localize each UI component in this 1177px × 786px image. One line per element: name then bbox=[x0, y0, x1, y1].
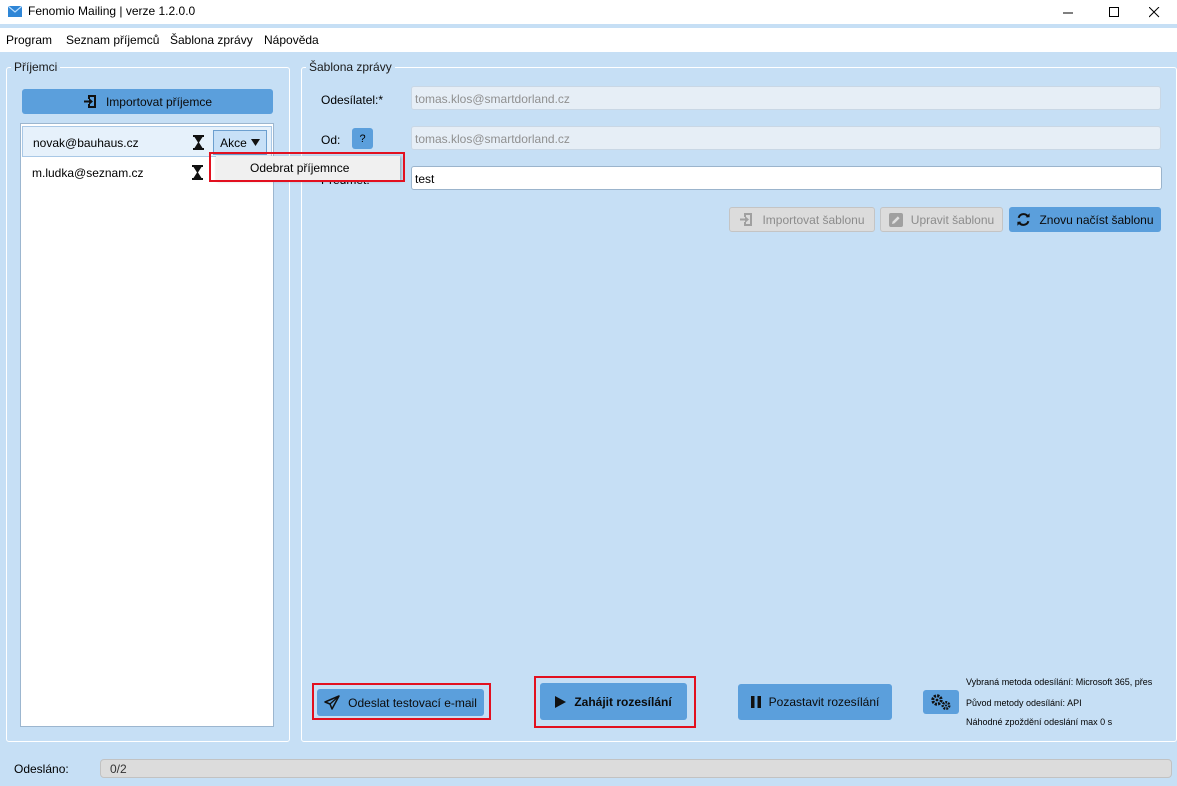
sender-field[interactable]: tomas.klos@smartdorland.cz bbox=[411, 86, 1161, 110]
method-origin-info: Původ metody odesílání: API bbox=[966, 698, 1082, 708]
menu-help[interactable]: Nápověda bbox=[264, 33, 319, 47]
help-button[interactable]: ? bbox=[352, 128, 373, 149]
recipient-list[interactable]: novak@bauhaus.cz Akce m.ludka@seznam.cz bbox=[20, 123, 274, 727]
import-template-label: Importovat šablonu bbox=[762, 212, 865, 227]
import-recipients-button[interactable]: Importovat příjemce bbox=[22, 89, 273, 114]
hourglass-icon bbox=[193, 135, 204, 150]
edit-icon bbox=[888, 212, 903, 227]
highlight-remove-recipient bbox=[209, 152, 405, 182]
import-icon bbox=[83, 95, 96, 108]
subject-field[interactable]: test bbox=[411, 166, 1162, 190]
actions-label: Akce bbox=[220, 135, 247, 150]
reload-template-button[interactable]: Znovu načíst šablonu bbox=[1009, 207, 1161, 232]
hourglass-icon bbox=[192, 165, 203, 180]
sent-label: Odesláno: bbox=[14, 762, 69, 776]
import-icon bbox=[740, 213, 753, 226]
import-recipients-label: Importovat příjemce bbox=[105, 94, 213, 109]
highlight-test-email bbox=[312, 683, 491, 720]
highlight-start-sending bbox=[534, 676, 696, 728]
sender-label: Odesílatel:* bbox=[321, 93, 384, 107]
recipients-legend: Příjemci bbox=[14, 60, 58, 74]
chevron-down-icon bbox=[250, 139, 260, 146]
menu-template[interactable]: Šablona zprávy bbox=[170, 33, 253, 47]
help-label: ? bbox=[359, 132, 366, 145]
reload-template-label: Znovu načíst šablonu bbox=[1039, 212, 1154, 227]
from-label: Od: bbox=[321, 133, 341, 147]
template-panel: Šablona zprávy bbox=[301, 60, 1177, 742]
edit-template-button[interactable]: Upravit šablonu bbox=[880, 207, 1003, 232]
gears-icon bbox=[931, 694, 951, 711]
sending-method-info: Vybraná metoda odesílání: Microsoft 365,… bbox=[966, 677, 1153, 687]
refresh-icon bbox=[1017, 213, 1031, 226]
menu-program[interactable]: Program bbox=[6, 33, 52, 47]
settings-button[interactable] bbox=[923, 690, 959, 714]
maximize-icon bbox=[1108, 6, 1119, 17]
from-field[interactable]: tomas.klos@smartdorland.cz bbox=[411, 126, 1161, 150]
delay-info: Náhodné zpoždění odeslání max 0 s bbox=[966, 717, 1113, 727]
template-legend: Šablona zprávy bbox=[309, 60, 392, 74]
menu-bar: Program Seznam příjemců Šablona zprávy N… bbox=[0, 28, 1177, 52]
close-button[interactable] bbox=[1131, 0, 1177, 24]
envelope-icon bbox=[8, 6, 22, 17]
progress-bar: 0/2 bbox=[100, 759, 1172, 778]
progress-text: 0/2 bbox=[110, 762, 127, 776]
window-title: Fenomio Mailing | verze 1.2.0.0 bbox=[28, 4, 196, 18]
title-bar: Fenomio Mailing | verze 1.2.0.0 bbox=[0, 0, 1177, 24]
minimize-button[interactable] bbox=[1045, 0, 1091, 24]
pause-sending-button[interactable]: Pozastavit rozesílání bbox=[738, 684, 892, 720]
pause-icon bbox=[750, 696, 761, 708]
close-icon bbox=[1148, 6, 1159, 17]
import-template-button[interactable]: Importovat šablonu bbox=[729, 207, 875, 232]
recipient-email: novak@bauhaus.cz bbox=[33, 136, 139, 150]
recipient-email: m.ludka@seznam.cz bbox=[32, 166, 144, 180]
menu-recipients[interactable]: Seznam příjemců bbox=[66, 33, 159, 47]
minimize-icon bbox=[1062, 12, 1073, 13]
pause-sending-label: Pozastavit rozesílání bbox=[768, 695, 880, 709]
edit-template-label: Upravit šablonu bbox=[910, 212, 995, 227]
